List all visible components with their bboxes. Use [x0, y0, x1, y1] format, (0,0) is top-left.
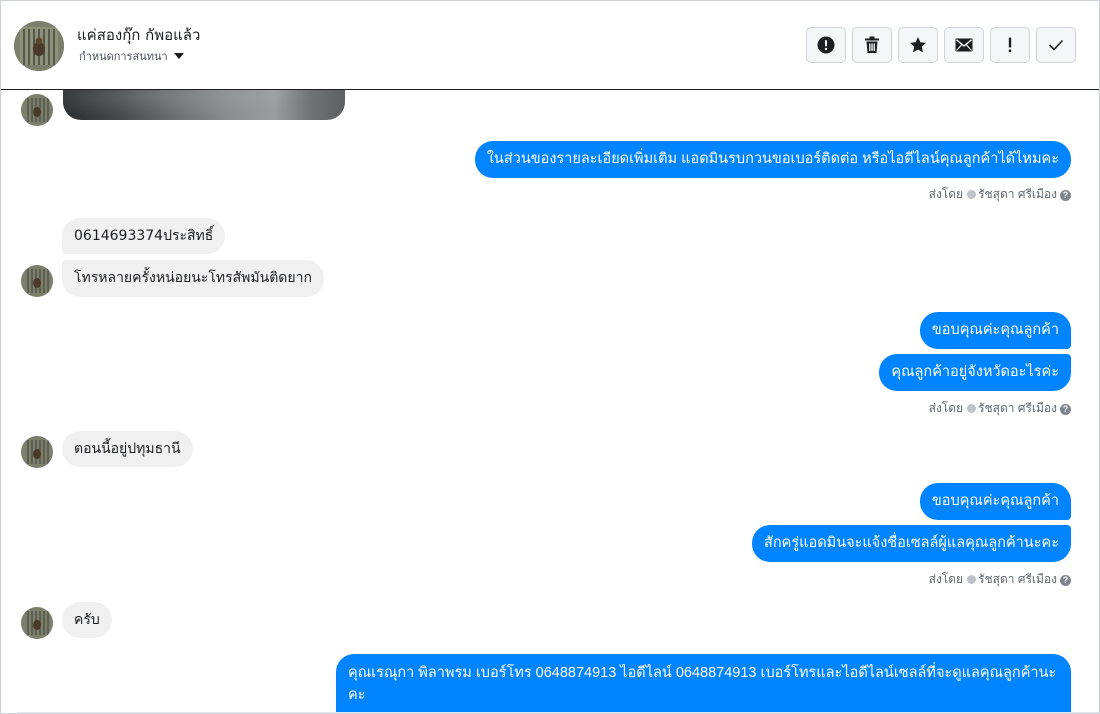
sent-by-agent[interactable]: รัชสุดา ศรีเมือง — [978, 401, 1057, 415]
star-icon — [910, 37, 926, 53]
outgoing-message: ขอบคุณค่ะคุณลูกค้า — [919, 312, 1071, 349]
spam-button[interactable] — [806, 27, 846, 63]
sent-by-info: ส่งโดย รัชสุดา ศรีเมือง? — [929, 185, 1071, 204]
avatar[interactable] — [14, 21, 64, 71]
sender-status-icon — [967, 575, 977, 584]
help-icon[interactable]: ? — [1060, 404, 1071, 415]
outgoing-message: คุณลูกค้าอยู่จังหวัดอะไรค่ะ — [879, 354, 1071, 391]
sent-by-prefix: ส่งโดย — [928, 187, 964, 201]
mark-unread-button[interactable] — [944, 27, 984, 63]
incoming-message: ครับ — [62, 602, 112, 638]
incoming-message: ตอนนี้อยู่ปทุมธานี — [62, 431, 193, 467]
sent-by-agent[interactable]: รัชสุดา ศรีเมือง — [978, 572, 1057, 586]
sent-by-agent[interactable]: รัชสุดา ศรีเมือง — [978, 187, 1057, 201]
checkmark-icon — [1048, 39, 1064, 51]
incoming-message: โทรหลายครั้งหน่อยนะโทรสัพมันติดยาก — [62, 260, 324, 297]
conversation-settings-dropdown[interactable]: กำหนดการสนทนา — [79, 47, 184, 65]
important-button[interactable] — [990, 27, 1030, 63]
help-icon[interactable]: ? — [1060, 190, 1071, 201]
conversation-header: แค่สองกุ๊ก กัพอแล้ว กำหนดการสนทนา — [1, 1, 1099, 90]
outgoing-message: คุณเรณุกา พิลาพรม เบอร์โทร 0648874913 ไอ… — [336, 654, 1071, 713]
exclamation-icon — [1008, 37, 1012, 53]
sender-status-icon — [967, 404, 977, 413]
sent-by-info: ส่งโดย รัชสุดา ศรีเมือง? — [929, 570, 1071, 589]
caret-down-icon — [173, 53, 184, 59]
outgoing-message: ขอบคุณค่ะคุณลูกค้า — [919, 483, 1071, 520]
outgoing-message: ในส่วนของรายละเอียดเพิ่มเติม แอดมินรบกวน… — [474, 141, 1071, 178]
star-button[interactable] — [898, 27, 938, 63]
alert-circle-icon — [817, 36, 835, 54]
delete-button[interactable] — [852, 27, 892, 63]
sent-by-prefix: ส่งโดย — [928, 572, 964, 586]
conversation-settings-label: กำหนดการสนทนา — [79, 50, 168, 63]
contact-name: แค่สองกุ๊ก กัพอแล้ว — [77, 26, 201, 44]
sent-by-info: ส่งโดย รัชสุดา ศรีเมือง? — [929, 399, 1071, 418]
message-list[interactable]: ในส่วนของรายละเอียดเพิ่มเติม แอดมินรบกวน… — [1, 90, 1099, 713]
avatar — [21, 94, 53, 126]
image-attachment[interactable] — [63, 90, 345, 120]
envelope-icon — [955, 38, 973, 52]
help-icon[interactable]: ? — [1060, 575, 1071, 586]
conversation-panel: แค่สองกุ๊ก กัพอแล้ว กำหนดการสนทนา ในส่วน… — [0, 0, 1100, 714]
incoming-message: 0614693374ประสิทธิ์ — [62, 218, 226, 254]
done-button[interactable] — [1036, 27, 1076, 63]
conversation-toolbar — [806, 27, 1076, 63]
sender-status-icon — [967, 190, 977, 199]
trash-icon — [865, 36, 879, 53]
avatar — [21, 265, 53, 297]
avatar — [21, 607, 53, 639]
outgoing-message: สักครู่แอดมินจะแจ้งชื่อเซลล์ผู้แลคุณลูกค… — [752, 525, 1071, 562]
divider — [17, 712, 1099, 713]
avatar — [21, 436, 53, 468]
sent-by-prefix: ส่งโดย — [928, 401, 964, 415]
